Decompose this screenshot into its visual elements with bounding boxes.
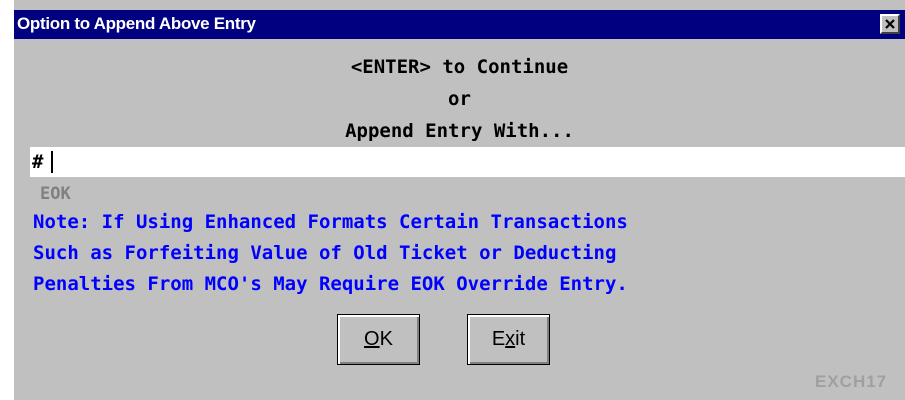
text-cursor [51,151,53,173]
ok-button[interactable]: OK [337,314,420,365]
close-button[interactable] [880,14,900,34]
ok-button-label: OK [364,328,393,350]
append-entry-dialog: Option to Append Above Entry <ENTER> to … [0,0,905,400]
window-title: Option to Append Above Entry [17,14,256,33]
prompt-continue: <ENTER> to Continue [350,56,569,78]
screen-id-label: EXCH17 [815,372,888,391]
exit-button[interactable]: Exit [467,314,550,365]
prompt-or: or [448,88,471,110]
prompt-append: Append Entry With... [345,120,574,142]
eok-hint: EOK [40,184,71,204]
note-line-2: Such as Forfeiting Value of Old Ticket o… [33,242,617,264]
note-line-3: Penalties From MCO's May Require EOK Ove… [33,273,628,295]
title-bar: Option to Append Above Entry [14,10,905,39]
append-entry-input[interactable] [30,147,905,177]
close-icon [885,19,895,29]
note-line-1: Note: If Using Enhanced Formats Certain … [33,211,628,233]
exit-button-label: Exit [491,328,526,350]
